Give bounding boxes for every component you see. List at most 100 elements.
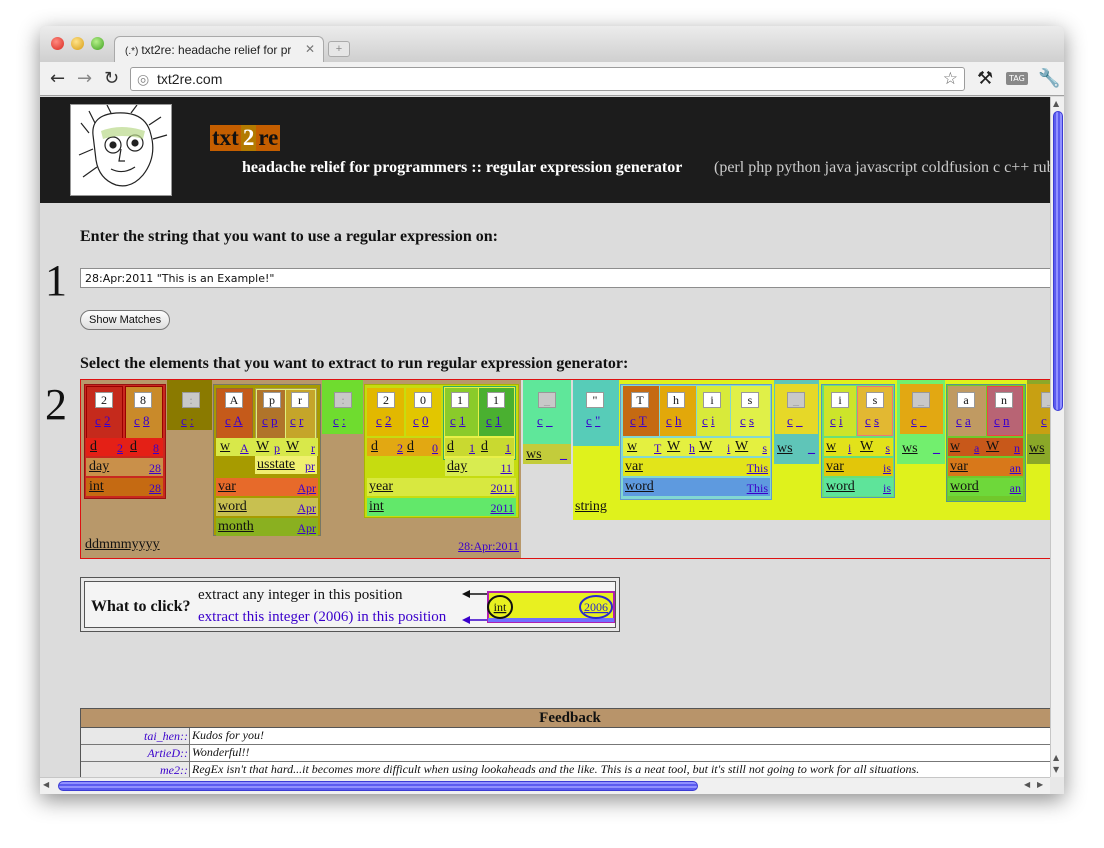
vertical-scrollbar[interactable]: ▲ ▲ ▼ xyxy=(1050,97,1064,777)
feedback-author[interactable]: me2:: xyxy=(81,763,188,777)
c-link[interactable]: c xyxy=(956,413,962,428)
char-1-link[interactable]: 1 xyxy=(495,413,502,428)
month-w-row[interactable]: wA Wp Wr xyxy=(216,438,318,456)
underscore-link[interactable]: _ xyxy=(920,413,927,428)
vertical-scroll-thumb[interactable] xyxy=(1053,111,1063,411)
int-row[interactable]: int 28 xyxy=(86,478,163,496)
c-link[interactable]: c xyxy=(262,413,268,428)
word-row-this[interactable]: word This xyxy=(623,478,770,496)
bookmark-star-icon[interactable]: ☆ xyxy=(943,69,958,89)
scroll-right-icon[interactable]: ▶ xyxy=(1037,780,1043,789)
char-h-link[interactable]: h xyxy=(675,413,682,428)
char-p-link[interactable]: p xyxy=(271,413,278,428)
var-row-apr[interactable]: var Apr xyxy=(216,478,318,496)
hammer-icon[interactable]: ⚒ xyxy=(977,68,993,89)
char-2-link[interactable]: 2 xyxy=(385,413,392,428)
c-link[interactable]: c xyxy=(486,413,492,428)
c-link[interactable]: c xyxy=(740,413,746,428)
scroll-left-icon[interactable]: ◀ xyxy=(43,780,49,789)
ws-row-3[interactable]: ws _ xyxy=(900,440,943,458)
colon-link[interactable]: : xyxy=(342,413,346,428)
c-link[interactable]: c xyxy=(134,413,140,428)
c-link[interactable]: c xyxy=(450,413,456,428)
day-row[interactable]: day 28 xyxy=(86,458,163,476)
word-row-is[interactable]: word is xyxy=(824,478,893,496)
string-row[interactable]: string xyxy=(573,498,713,516)
c-link[interactable]: c xyxy=(630,413,636,428)
day-row-11[interactable]: day 11 xyxy=(445,458,514,476)
digits-20-row[interactable]: d2 d0 xyxy=(367,438,441,456)
forward-icon[interactable]: → xyxy=(77,68,92,89)
c-link[interactable]: c xyxy=(290,413,296,428)
int-row-2011[interactable]: int 2011 xyxy=(367,498,516,516)
c-link[interactable]: c xyxy=(787,413,793,428)
close-window-button[interactable] xyxy=(51,37,64,50)
c-link[interactable]: c xyxy=(865,413,871,428)
var-row-an[interactable]: var an xyxy=(948,458,1023,476)
c-link[interactable]: c xyxy=(911,413,917,428)
horizontal-scroll-thumb[interactable] xyxy=(58,781,698,791)
c-link[interactable]: c xyxy=(181,413,187,428)
close-tab-icon[interactable]: ✕ xyxy=(305,42,315,56)
horizontal-scrollbar[interactable]: ◀ ◀ ▶ xyxy=(40,777,1050,794)
this-w-row[interactable]: wT Wh Wi Ws xyxy=(623,438,770,456)
c-link[interactable]: c xyxy=(376,413,382,428)
month-row[interactable]: month Apr xyxy=(216,518,318,536)
char-1-link[interactable]: 1 xyxy=(459,413,466,428)
back-icon[interactable]: ← xyxy=(50,68,65,89)
char-a-link[interactable]: a xyxy=(965,413,971,428)
resize-corner[interactable] xyxy=(1050,777,1064,794)
c-link[interactable]: c xyxy=(333,413,339,428)
address-bar[interactable]: ◎ txt2re.com ☆ xyxy=(130,67,965,91)
feedback-author[interactable]: tai_hen:: xyxy=(81,729,188,744)
char-0-link[interactable]: 0 xyxy=(422,413,429,428)
c-link[interactable]: c xyxy=(666,413,672,428)
char-8-link[interactable]: 8 xyxy=(143,413,150,428)
var-row-is[interactable]: var is xyxy=(824,458,893,476)
c-link[interactable]: c xyxy=(586,413,592,428)
show-matches-button[interactable]: Show Matches xyxy=(80,310,171,330)
site-brand[interactable]: txt 2 re xyxy=(210,125,281,151)
zoom-window-button[interactable] xyxy=(91,37,104,50)
c-link[interactable]: c xyxy=(1041,413,1047,428)
c-link[interactable]: c xyxy=(95,413,101,428)
var-row-this[interactable]: var This xyxy=(623,458,770,476)
scroll-up-icon[interactable]: ▲ xyxy=(1053,753,1059,762)
c-link[interactable]: c xyxy=(994,413,1000,428)
tag-extension-icon[interactable]: TAG xyxy=(1006,72,1028,85)
c-link[interactable]: c xyxy=(413,413,419,428)
scroll-down-icon[interactable]: ▼ xyxy=(1053,765,1059,774)
quote-link[interactable]: " xyxy=(595,413,600,428)
underscore-link[interactable]: _ xyxy=(796,413,803,428)
char-2-link[interactable]: 2 xyxy=(104,413,111,428)
underscore-link[interactable]: _ xyxy=(546,413,553,428)
char-A-link[interactable]: A xyxy=(233,413,242,428)
c-link[interactable]: c xyxy=(702,413,708,428)
colon-link[interactable]: : xyxy=(190,413,194,428)
digits-28-row[interactable]: d2 d8 xyxy=(86,438,163,456)
is-w-row[interactable]: wi Ws xyxy=(824,438,893,456)
wrench-icon[interactable]: 🔧 xyxy=(1038,68,1060,89)
c-link[interactable]: c xyxy=(225,413,231,428)
c-link[interactable]: c xyxy=(537,413,543,428)
tab-txt2re[interactable]: (.*) txt2re: headache relief for pr ✕ xyxy=(114,36,324,62)
char-n-link[interactable]: n xyxy=(1003,413,1010,428)
scroll-left-icon[interactable]: ◀ xyxy=(1024,780,1030,789)
string-input[interactable]: 28:Apr:2011 "This is an Example!" xyxy=(80,268,1050,288)
ddmmmyyyy-row[interactable]: ddmmmyyyy 28:Apr:2011 xyxy=(83,536,521,554)
ws-row-4[interactable]: ws xyxy=(1027,440,1050,458)
ws-row-1[interactable]: ws _ xyxy=(524,446,570,464)
scroll-up-icon[interactable]: ▲ xyxy=(1053,99,1059,108)
char-s-link[interactable]: s xyxy=(749,413,754,428)
char-i-link[interactable]: i xyxy=(711,413,715,428)
feedback-author[interactable]: ArtieD:: xyxy=(81,746,188,761)
word-row-apr[interactable]: word Apr xyxy=(216,498,318,516)
new-tab-button[interactable]: + xyxy=(328,41,350,57)
reload-icon[interactable]: ↻ xyxy=(104,68,119,89)
char-i-link[interactable]: i xyxy=(839,413,843,428)
char-T-link[interactable]: T xyxy=(639,413,647,428)
digits-11-row[interactable]: d1 d1 xyxy=(445,438,514,456)
usstate-row[interactable]: usstate pr xyxy=(255,456,317,474)
minimize-window-button[interactable] xyxy=(71,37,84,50)
char-s-link[interactable]: s xyxy=(874,413,879,428)
